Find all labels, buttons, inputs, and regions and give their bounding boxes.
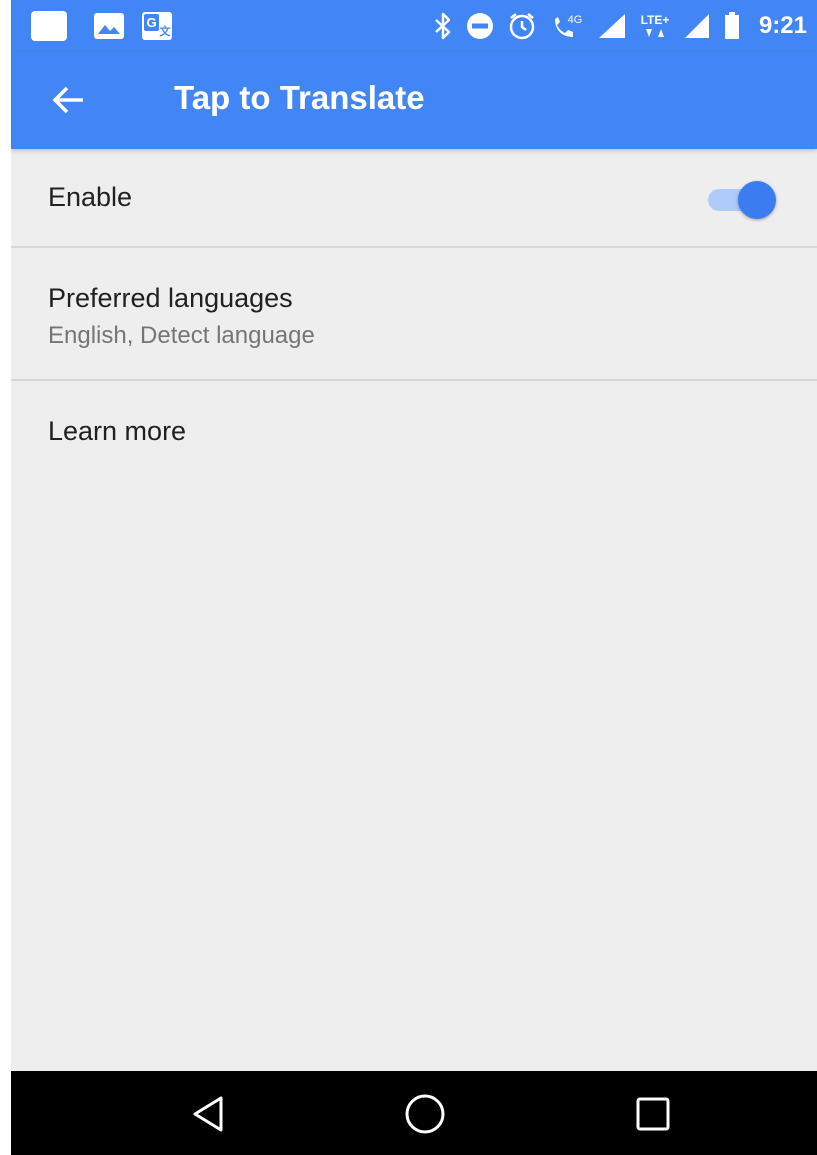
nav-back-button[interactable] (179, 1091, 239, 1137)
notification-square-icon (31, 11, 67, 41)
google-translate-icon: G 文 (141, 11, 173, 41)
setting-preferred-languages-row[interactable]: Preferred languages English, Detect lang… (11, 248, 817, 379)
network-4g-label: 4G (568, 14, 583, 26)
screen: G 文 4G LTE+ 9:21 Tap to Translate Enable… (11, 0, 817, 1155)
notification-icons: G 文 (31, 10, 189, 42)
status-time: 9:21 (758, 12, 807, 39)
system-status-icons: 4G LTE+ 9:21 (421, 8, 807, 44)
back-button[interactable] (41, 72, 97, 128)
lte-label: LTE+ (641, 13, 670, 27)
nav-home-button[interactable] (395, 1091, 455, 1137)
preferred-languages-summary: English, Detect language (48, 322, 315, 349)
recents-square-icon (636, 1097, 670, 1131)
toggle-thumb (738, 181, 776, 219)
alarm-icon (507, 11, 537, 41)
signal-icon (683, 11, 711, 41)
home-circle-icon (405, 1094, 445, 1134)
image-icon (93, 11, 125, 41)
preferred-languages-label: Preferred languages (48, 283, 293, 313)
status-bar: G 文 4G LTE+ 9:21 (11, 0, 817, 52)
enable-label: Enable (48, 182, 133, 212)
setting-learn-more-row[interactable]: Learn more (11, 381, 817, 481)
back-triangle-icon (193, 1096, 223, 1132)
svg-text:文: 文 (160, 24, 172, 38)
arrow-left-icon (52, 86, 83, 114)
bluetooth-icon (433, 11, 453, 41)
setting-enable-row[interactable]: Enable (11, 149, 817, 246)
learn-more-label: Learn more (48, 416, 187, 446)
lte-data-icon: LTE+ (639, 11, 671, 41)
enable-toggle[interactable] (706, 181, 782, 221)
nav-recents-button[interactable] (623, 1091, 683, 1137)
navigation-bar (11, 1071, 817, 1155)
wifi-calling-icon: 4G (549, 11, 585, 41)
do-not-disturb-icon (465, 11, 495, 41)
page-title: Tap to Translate (174, 79, 425, 116)
battery-icon (723, 11, 741, 41)
app-bar: Tap to Translate (11, 52, 817, 149)
device-frame: G 文 4G LTE+ 9:21 Tap to Translate Enable… (0, 0, 817, 1155)
left-gutter (0, 0, 11, 1155)
signal-icon (597, 11, 627, 41)
svg-text:G: G (146, 15, 156, 30)
